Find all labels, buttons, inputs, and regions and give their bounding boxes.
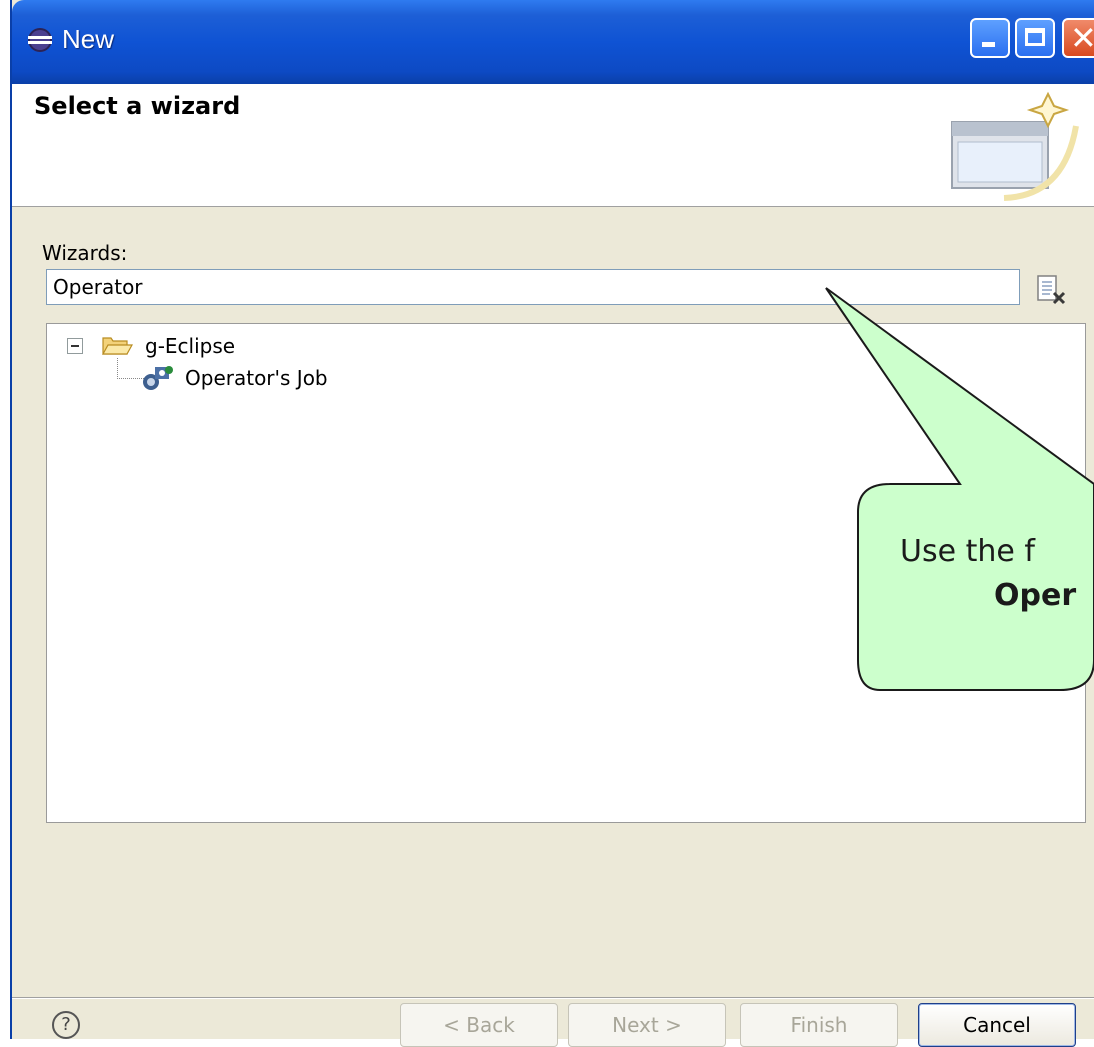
wizard-filter-input[interactable] [46, 269, 1020, 305]
footer-separator [12, 997, 1094, 999]
eclipse-icon [28, 28, 52, 52]
close-button[interactable]: ✕ [1062, 18, 1094, 58]
wizard-tree[interactable]: g-Eclipse Operator's Job [46, 323, 1086, 823]
new-wizard-window: New ✕ Select a wizard Wizards: Operator … [10, 0, 1094, 1047]
wizard-header: Select a wizard [12, 84, 1094, 207]
wizard-content: Wizards: g-Eclipse O [12, 207, 1094, 1047]
minimize-icon [982, 42, 995, 47]
maximize-button[interactable] [1015, 18, 1055, 58]
back-button[interactable]: < Back [400, 1003, 558, 1047]
tree-item-operators-job[interactable]: Operator's Job [185, 366, 328, 390]
clear-filter-icon[interactable] [1034, 273, 1068, 307]
callout-text-line2: Oper [994, 578, 1077, 613]
callout-text-line1: Use the f [900, 534, 1035, 569]
close-icon: ✕ [1070, 19, 1094, 57]
title-bar[interactable]: New ✕ [12, 0, 1094, 84]
new-wizard-icon [951, 91, 1079, 201]
finish-button[interactable]: Finish [740, 1003, 898, 1047]
job-icon [143, 366, 173, 390]
next-button[interactable]: Next > [568, 1003, 726, 1047]
cancel-button[interactable]: Cancel [918, 1003, 1076, 1047]
minimize-button[interactable] [970, 18, 1010, 58]
collapse-toggle[interactable] [67, 338, 83, 354]
tree-item-g-eclipse[interactable]: g-Eclipse [145, 334, 235, 358]
folder-open-icon [101, 337, 133, 355]
maximize-icon [1025, 28, 1045, 46]
page-title: Select a wizard [34, 92, 241, 120]
help-icon[interactable]: ? [52, 1011, 80, 1039]
wizards-label: Wizards: [42, 241, 128, 265]
window-title: New [62, 24, 115, 54]
